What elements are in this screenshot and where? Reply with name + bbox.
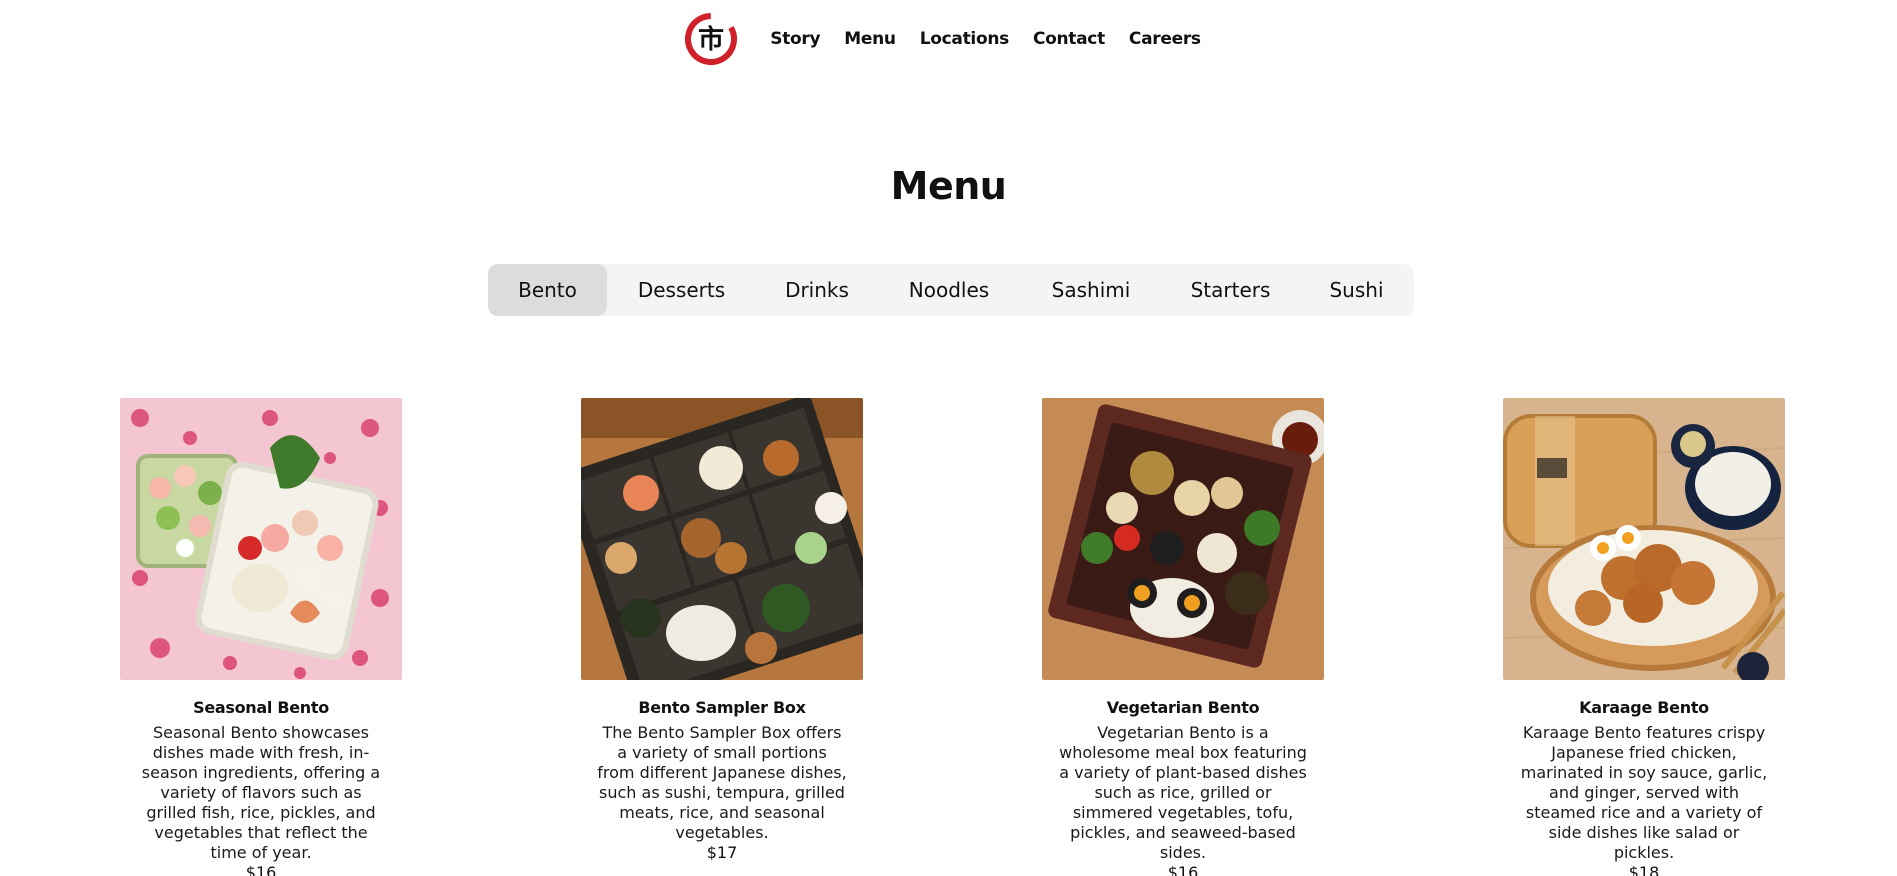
vegetarian-bento-image: [1042, 398, 1324, 680]
menu-card[interactable]: Karaage Bento Karaage Bento features cri…: [1503, 398, 1785, 876]
menu-item-description: The Bento Sampler Box offers a variety o…: [597, 723, 847, 842]
menu-card[interactable]: Seasonal Bento Seasonal Bento showcases …: [120, 398, 402, 876]
nav-link-contact[interactable]: Contact: [1033, 29, 1105, 49]
seasonal-bento-image: [120, 398, 402, 680]
menu-item-name: Vegetarian Bento: [1106, 698, 1260, 717]
svg-text:市: 市: [698, 24, 724, 55]
menu-item-price: $17: [706, 843, 738, 862]
page-title: Menu: [890, 164, 1007, 208]
tab-noodles[interactable]: Noodles: [878, 264, 1020, 316]
menu-item-description: Seasonal Bento showcases dishes made wit…: [141, 723, 381, 862]
bento-sampler-box-image: [581, 398, 863, 680]
tab-sushi[interactable]: Sushi: [1299, 264, 1414, 316]
menu-item-description: Karaage Bento features crispy Japanese f…: [1520, 723, 1768, 862]
menu-card[interactable]: Bento Sampler Box The Bento Sampler Box …: [581, 398, 863, 863]
menu-item-description: Vegetarian Bento is a wholesome meal box…: [1059, 723, 1307, 862]
menu-card[interactable]: Vegetarian Bento Vegetarian Bento is a w…: [1042, 398, 1324, 876]
top-nav: 市 Story Menu Locations Contact Careers: [0, 12, 1897, 66]
tab-starters[interactable]: Starters: [1162, 264, 1299, 316]
menu-item-name: Bento Sampler Box: [638, 698, 806, 717]
karaage-bento-image: [1503, 398, 1785, 680]
menu-item-name: Karaage Bento: [1579, 698, 1709, 717]
tab-sashimi[interactable]: Sashimi: [1020, 264, 1162, 316]
menu-category-tabs: Bento Desserts Drinks Noodles Sashimi St…: [488, 264, 1414, 316]
tab-desserts[interactable]: Desserts: [607, 264, 756, 316]
nav-link-locations[interactable]: Locations: [920, 29, 1010, 49]
menu-item-name: Seasonal Bento: [193, 698, 329, 717]
nav-link-careers[interactable]: Careers: [1129, 29, 1201, 49]
nav-link-story[interactable]: Story: [770, 29, 820, 49]
menu-item-price: $16: [1167, 863, 1199, 876]
nav-link-menu[interactable]: Menu: [844, 29, 896, 49]
tab-drinks[interactable]: Drinks: [756, 264, 878, 316]
menu-item-price: $18: [1628, 863, 1660, 876]
tab-bento[interactable]: Bento: [488, 264, 607, 316]
restaurant-logo[interactable]: 市: [684, 12, 738, 66]
menu-item-price: $16: [245, 863, 277, 876]
